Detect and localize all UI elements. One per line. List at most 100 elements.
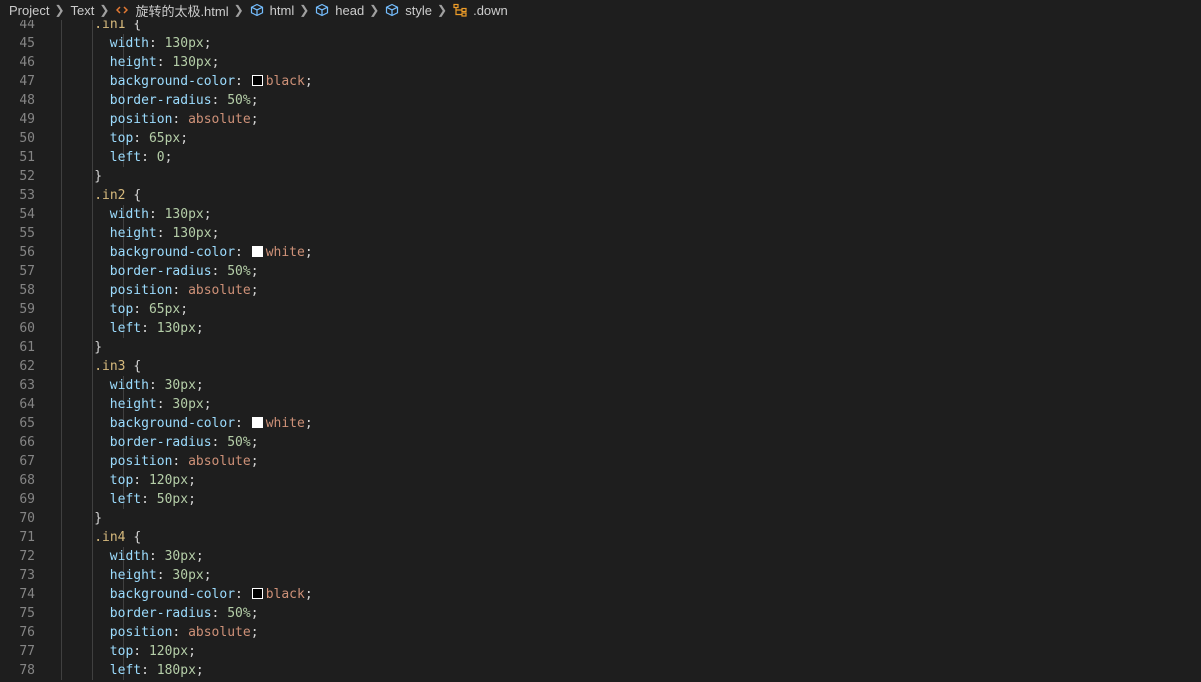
code-line[interactable]: 66 border-radius: 50%; [0, 433, 1201, 452]
code-text: left: 130px; [110, 319, 204, 338]
code-line[interactable]: 55 height: 130px; [0, 224, 1201, 243]
code-token: : [133, 473, 149, 488]
indent-guide [61, 72, 62, 91]
code-token: ; [195, 321, 204, 336]
code-token: : [133, 644, 149, 659]
indent-guide [92, 528, 93, 547]
indent-guide [92, 34, 93, 53]
code-token: : [235, 74, 251, 89]
code-line[interactable]: 71 .in4 { [0, 528, 1201, 547]
code-text: } [94, 338, 102, 357]
code-line[interactable]: 65 background-color: white; [0, 414, 1201, 433]
indent-guide [92, 262, 93, 281]
code-token: ; [195, 549, 204, 564]
color-swatch[interactable] [251, 246, 263, 257]
indent-guide [61, 243, 62, 262]
code-token: ; [211, 55, 220, 70]
indent-guide [61, 414, 62, 433]
indent-guide [92, 376, 93, 395]
code-line[interactable]: 73 height: 30px; [0, 566, 1201, 585]
code-line[interactable]: 51 left: 0; [0, 148, 1201, 167]
code-token: ; [203, 568, 212, 583]
code-line[interactable]: 68 top: 120px; [0, 471, 1201, 490]
code-line[interactable]: 77 top: 120px; [0, 642, 1201, 661]
indent-guide [61, 642, 62, 661]
code-token: : [172, 454, 189, 469]
code-text: height: 130px; [110, 53, 220, 72]
code-token: 130px [156, 321, 196, 336]
indent-guide [92, 433, 93, 452]
indent-guide [92, 547, 93, 566]
code-token: : [235, 245, 251, 260]
code-token: : [235, 416, 251, 431]
breadcrumb-item[interactable]: style [385, 3, 432, 18]
code-line[interactable]: 67 position: absolute; [0, 452, 1201, 471]
code-token: 30px [164, 549, 196, 564]
indent-guide [92, 205, 93, 224]
code-token: : [156, 568, 173, 583]
code-line[interactable]: 63 width: 30px; [0, 376, 1201, 395]
code-line[interactable]: 57 border-radius: 50%; [0, 262, 1201, 281]
code-token: ; [250, 625, 259, 640]
code-token: : [141, 492, 157, 507]
code-line[interactable]: 78 left: 180px; [0, 661, 1201, 680]
breadcrumb-item[interactable]: .down [453, 3, 508, 18]
breadcrumb-item[interactable]: head [315, 3, 364, 18]
code-line[interactable]: 62 .in3 { [0, 357, 1201, 376]
code-line[interactable]: 59 top: 65px; [0, 300, 1201, 319]
code-line[interactable]: 52} [0, 167, 1201, 186]
breadcrumb-label: 旋转的太极.html [135, 3, 229, 19]
color-swatch[interactable] [251, 417, 263, 428]
code-line[interactable]: 74 background-color: black; [0, 585, 1201, 604]
code-text: width: 130px; [110, 205, 212, 224]
code-line[interactable]: 64 height: 30px; [0, 395, 1201, 414]
code-token: 50% [227, 264, 251, 279]
breadcrumb-item[interactable]: 旋转的太极.html [115, 1, 229, 20]
breadcrumb-item[interactable]: html [250, 3, 294, 18]
indent-guide [61, 281, 62, 300]
code-token: ; [250, 112, 259, 127]
code-token: absolute [188, 112, 251, 127]
line-number: 76 [19, 625, 35, 640]
breadcrumb: Project ❯ Text ❯ 旋转的太极.html ❯ html ❯ head ❯ style ❯… [0, 0, 1201, 20]
breadcrumb-item[interactable]: Text [71, 3, 95, 18]
code-line[interactable]: 69 left: 50px; [0, 490, 1201, 509]
code-text: .in4 { [94, 528, 141, 547]
chevron-right-icon: ❯ [99, 3, 110, 17]
code-token: ; [211, 226, 220, 241]
breadcrumb-item[interactable]: Project [9, 3, 49, 18]
code-line[interactable]: 45 width: 130px; [0, 34, 1201, 53]
code-line[interactable]: 46 height: 130px; [0, 53, 1201, 72]
code-line[interactable]: 70} [0, 509, 1201, 528]
code-line[interactable]: 60 left: 130px; [0, 319, 1201, 338]
code-token: 30px [164, 378, 196, 393]
code-token: 130px [172, 55, 212, 70]
code-text: width: 30px; [110, 547, 204, 566]
color-swatch[interactable] [251, 75, 263, 86]
code-line[interactable]: 76 position: absolute; [0, 623, 1201, 642]
code-line[interactable]: 72 width: 30px; [0, 547, 1201, 566]
line-number: 46 [19, 55, 35, 70]
code-line[interactable]: 58 position: absolute; [0, 281, 1201, 300]
indent-guide [61, 661, 62, 680]
chevron-right-icon: ❯ [299, 3, 310, 17]
indent-guide [92, 91, 93, 110]
code-line[interactable]: 47 background-color: black; [0, 72, 1201, 91]
code-line[interactable]: 49 position: absolute; [0, 110, 1201, 129]
code-token: left [109, 663, 142, 678]
code-line[interactable]: 61} [0, 338, 1201, 357]
color-swatch[interactable] [251, 588, 263, 599]
code-editor[interactable]: 44 .in1 {45 width: 130px; 46 height: 130px; 4… [0, 15, 1201, 682]
code-text: left: 180px; [110, 661, 204, 680]
code-line[interactable]: 75 border-radius: 50%; [0, 604, 1201, 623]
line-number: 49 [19, 112, 35, 127]
code-line[interactable]: 53 .in2 { [0, 186, 1201, 205]
indent-guide [92, 300, 93, 319]
code-line[interactable]: 54 width: 130px; [0, 205, 1201, 224]
code-line[interactable]: 56 background-color: white; [0, 243, 1201, 262]
indent-guide [92, 509, 93, 528]
code-line[interactable]: 48 border-radius: 50%; [0, 91, 1201, 110]
code-line[interactable]: 50 top: 65px; [0, 129, 1201, 148]
line-number: 73 [19, 568, 35, 583]
code-token: ; [188, 492, 196, 507]
